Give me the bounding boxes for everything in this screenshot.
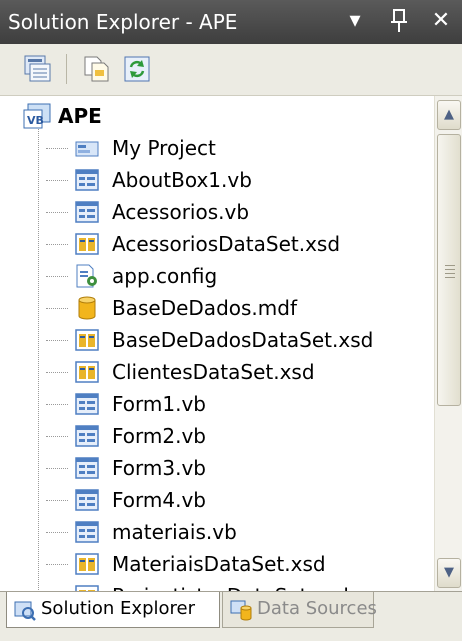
- scroll-thumb[interactable]: [437, 134, 461, 406]
- tree-item-label: Form1.vb: [112, 392, 206, 416]
- tree-item[interactable]: ClientesDataSet.xsd: [0, 356, 434, 388]
- pin-icon[interactable]: [386, 6, 412, 36]
- tree-item[interactable]: Acessorios.vb: [0, 196, 434, 228]
- vb-project-icon: VB: [22, 102, 52, 130]
- tree-item[interactable]: MateriaisDataSet.xsd: [0, 548, 434, 580]
- refresh-icon[interactable]: [122, 54, 152, 84]
- tab-label: Solution Explorer: [41, 598, 195, 619]
- tab-label: Data Sources: [257, 598, 377, 619]
- dataset-icon: [74, 327, 100, 353]
- tree-item[interactable]: Form4.vb: [0, 484, 434, 516]
- tree-item[interactable]: My Project: [0, 132, 434, 164]
- tree-item[interactable]: Form2.vb: [0, 420, 434, 452]
- svg-text:VB: VB: [27, 114, 44, 127]
- dataset-icon: [74, 551, 100, 577]
- title-bar: Solution Explorer - APE ▾ ✕: [0, 0, 462, 44]
- tree-item[interactable]: app.config: [0, 260, 434, 292]
- tree-item-label: AcessoriosDataSet.xsd: [112, 232, 341, 256]
- database-icon: [74, 295, 100, 321]
- data-sources-icon: [229, 598, 253, 622]
- tree-item[interactable]: ProjectistasDataSet.xsd: [0, 580, 434, 591]
- vb-form-icon: [74, 519, 100, 545]
- tree-item[interactable]: BaseDeDados.mdf: [0, 292, 434, 324]
- properties-icon[interactable]: [22, 54, 52, 84]
- tree-root-label: APE: [58, 104, 102, 128]
- my-project-icon: [74, 135, 100, 161]
- dataset-icon: [74, 359, 100, 385]
- solution-tree: VB APE My Project AboutBox1.vb Acessorio…: [0, 96, 434, 591]
- solution-explorer-icon: [13, 598, 37, 622]
- toolbar-separator: [66, 54, 67, 84]
- tree-item-label: Acessorios.vb: [112, 200, 250, 224]
- dropdown-icon[interactable]: ▾: [342, 6, 368, 36]
- tree-item-label: ClientesDataSet.xsd: [112, 360, 315, 384]
- window-title: Solution Explorer - APE: [8, 10, 238, 34]
- tree-item-label: AboutBox1.vb: [112, 168, 252, 192]
- vb-form-icon: [74, 487, 100, 513]
- tree-item[interactable]: AcessoriosDataSet.xsd: [0, 228, 434, 260]
- tree-root-ape[interactable]: VB APE: [0, 100, 434, 132]
- vb-form-icon: [74, 423, 100, 449]
- tree-item-label: MateriaisDataSet.xsd: [112, 552, 326, 576]
- show-all-files-icon[interactable]: [82, 54, 112, 84]
- panel-tab-bar: Solution Explorer Data Sources: [0, 591, 462, 641]
- tab-solution-explorer[interactable]: Solution Explorer: [6, 592, 220, 628]
- tab-data-sources[interactable]: Data Sources: [222, 592, 377, 628]
- tree-item-label: materiais.vb: [112, 520, 237, 544]
- tree-item[interactable]: Form1.vb: [0, 388, 434, 420]
- tree-item-label: Form2.vb: [112, 424, 206, 448]
- tree-item[interactable]: AboutBox1.vb: [0, 164, 434, 196]
- config-file-icon: [74, 263, 100, 289]
- scroll-up-button[interactable]: ▲: [437, 100, 461, 130]
- dataset-icon: [74, 231, 100, 257]
- solution-explorer-toolbar: [0, 44, 462, 96]
- tree-item[interactable]: BaseDeDadosDataSet.xsd: [0, 324, 434, 356]
- scroll-down-button[interactable]: ▼: [437, 558, 461, 588]
- close-icon[interactable]: ✕: [428, 6, 454, 36]
- tree-item-label: Form4.vb: [112, 488, 206, 512]
- tree-item[interactable]: materiais.vb: [0, 516, 434, 548]
- vertical-scrollbar[interactable]: ▲ ▼: [434, 96, 462, 591]
- tree-item-label: ProjectistasDataSet.xsd: [112, 583, 349, 591]
- tree-item-label: Form3.vb: [112, 456, 206, 480]
- dataset-icon: [74, 583, 100, 591]
- tree-item-label: BaseDeDadosDataSet.xsd: [112, 328, 374, 352]
- vb-form-icon: [74, 455, 100, 481]
- vb-form-icon: [74, 199, 100, 225]
- tree-item[interactable]: Form3.vb: [0, 452, 434, 484]
- tree-item-label: app.config: [112, 264, 218, 288]
- tree-item-label: BaseDeDados.mdf: [112, 296, 297, 320]
- tree-item-label: My Project: [112, 136, 216, 160]
- vb-form-icon: [74, 167, 100, 193]
- vb-form-icon: [74, 391, 100, 417]
